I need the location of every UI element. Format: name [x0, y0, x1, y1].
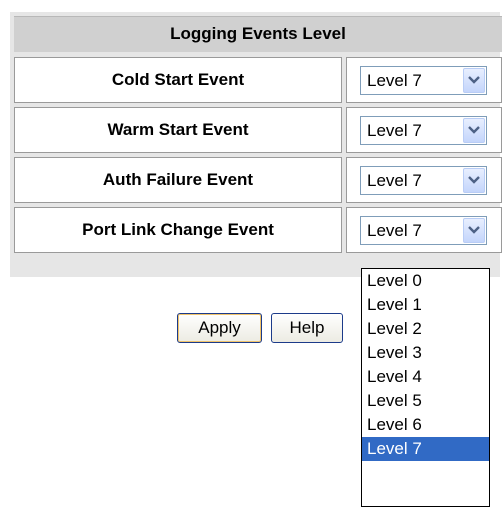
auth-failure-level-select[interactable]: Level 7 [360, 166, 487, 195]
dropdown-option-level-3[interactable]: Level 3 [362, 341, 489, 365]
help-button[interactable]: Help [271, 313, 343, 343]
chevron-down-icon[interactable] [463, 218, 485, 243]
auth-failure-label: Auth Failure Event [14, 157, 342, 203]
dropdown-option-level-5[interactable]: Level 5 [362, 389, 489, 413]
dropdown-option-level-4[interactable]: Level 4 [362, 365, 489, 389]
port-link-change-level-value: Level 7 [367, 221, 422, 240]
auth-failure-cell: Level 7 [346, 157, 502, 203]
cold-start-label: Cold Start Event [14, 57, 342, 103]
cold-start-level-value: Level 7 [367, 71, 422, 90]
dropdown-option-level-2[interactable]: Level 2 [362, 317, 489, 341]
cold-start-cell: Level 7 [346, 57, 502, 103]
chevron-down-icon[interactable] [463, 118, 485, 143]
chevron-down-icon[interactable] [463, 168, 485, 193]
port-link-change-level-select[interactable]: Level 7 [360, 216, 487, 245]
apply-button[interactable]: Apply [177, 313, 262, 343]
port-link-change-label: Port Link Change Event [14, 207, 342, 253]
chevron-down-icon[interactable] [463, 68, 485, 93]
warm-start-level-value: Level 7 [367, 121, 422, 140]
auth-failure-level-value: Level 7 [367, 171, 422, 190]
warm-start-cell: Level 7 [346, 107, 502, 153]
cold-start-level-select[interactable]: Level 7 [360, 66, 487, 95]
dropdown-option-level-7[interactable]: Level 7 [362, 437, 489, 461]
dropdown-option-level-0[interactable]: Level 0 [362, 269, 489, 293]
warm-start-level-select[interactable]: Level 7 [360, 116, 487, 145]
warm-start-label: Warm Start Event [14, 107, 342, 153]
dropdown-option-level-6[interactable]: Level 6 [362, 413, 489, 437]
level-dropdown-list[interactable]: Level 0 Level 1 Level 2 Level 3 Level 4 … [361, 268, 490, 507]
port-link-change-cell: Level 7 [346, 207, 502, 253]
dropdown-option-level-1[interactable]: Level 1 [362, 293, 489, 317]
table-header: Logging Events Level [14, 16, 502, 52]
